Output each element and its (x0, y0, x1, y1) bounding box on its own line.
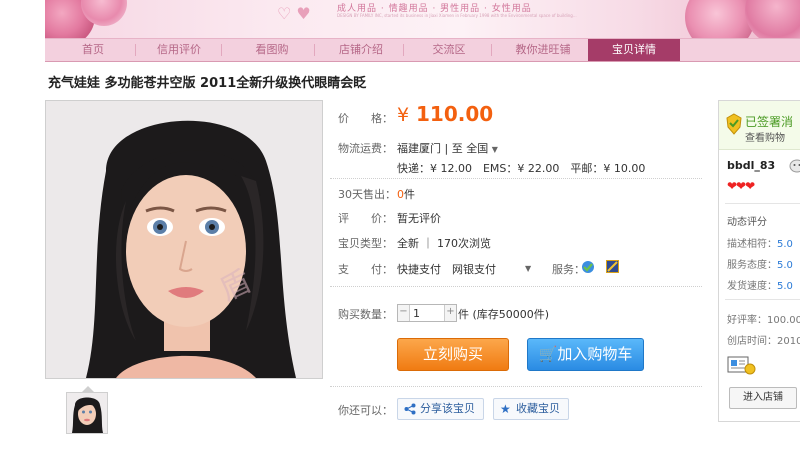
divider (330, 286, 702, 287)
payment-label: 支 付： (338, 263, 393, 276)
nav-guide[interactable]: 教你进旺铺 (501, 39, 585, 61)
service-rating: 服务态度：5.0 (727, 256, 793, 271)
shipping-route-text: 福建厦门 | 至 全国 (397, 142, 489, 155)
quantity-input[interactable] (410, 305, 443, 321)
share-item-button[interactable]: 分享该宝贝 (397, 398, 484, 420)
nav-item-details[interactable]: 宝贝详情 (588, 39, 680, 61)
nav-credit[interactable]: 信用评价 (137, 39, 221, 61)
share-item-label: 分享该宝贝 (420, 402, 475, 415)
cart-icon: 🛒 (538, 345, 558, 363)
sidebar-divider (725, 203, 800, 204)
divider (330, 178, 702, 179)
service-badge-icon[interactable] (606, 260, 619, 273)
sold-count-value: 0 (397, 188, 404, 201)
shipping-rating: 发货速度：5.0 (727, 277, 793, 292)
quantity-increase-button[interactable]: + (444, 305, 456, 321)
service-rating-label: 服务态度： (727, 260, 777, 271)
sold-count-unit: 件 (404, 188, 415, 201)
shop-created-date: 创店时间：2010- (727, 336, 800, 347)
sold-count: 0件 (397, 186, 415, 202)
star-icon: ★ (500, 402, 511, 416)
shop-banner: ♡ ♥ 成人用品 · 情趣用品 · 男性用品 · 女性用品 DESIGN BY … (45, 0, 800, 38)
review-value: 暂无评价 (397, 212, 441, 225)
divider (330, 386, 702, 387)
sidebar-divider (725, 299, 800, 300)
stock-info: 件 (库存50000件) (458, 308, 550, 321)
description-rating: 描述相符：5.0 (727, 235, 793, 250)
nav-separator (314, 44, 315, 56)
add-to-cart-button[interactable]: 🛒加入购物车 (527, 338, 644, 371)
product-thumbnail[interactable] (66, 392, 108, 434)
merchant-badge-icon[interactable] (727, 355, 757, 375)
hearts-icon: ♡ ♥ (277, 4, 311, 23)
description-rating-label: 描述相符： (727, 239, 777, 250)
description-rating-score: 5.0 (777, 239, 793, 250)
nav-separator (403, 44, 404, 56)
shipping-rating-label: 发货速度： (727, 281, 777, 292)
buy-now-button[interactable]: 立刻购买 (397, 338, 509, 371)
quantity-decrease-button[interactable]: − (398, 305, 410, 321)
shipping-fees: 快递：¥ 12.00 EMS：¥ 22.00 平邮：¥ 10.00 (397, 162, 646, 175)
rose-decoration (745, 0, 800, 38)
payment-dropdown-icon[interactable]: ▼ (525, 264, 531, 273)
view-shopping-text: 查看购物 (745, 133, 785, 144)
sold-label: 30天售出： (338, 188, 396, 201)
add-to-cart-label: 加入购物车 (557, 345, 633, 363)
banner-fineprint: DESIGN BY FAMILY INC, started its busine… (337, 13, 577, 18)
nav-separator (491, 44, 492, 56)
dropdown-caret-icon: ▼ (491, 145, 498, 154)
price-label: 价 格： (338, 112, 393, 125)
quantity-label: 购买数量： (338, 308, 393, 321)
nav-shop-intro[interactable]: 店铺介绍 (319, 39, 403, 61)
guarantee-signed-text: 已签署消 (745, 115, 794, 129)
nav-home[interactable]: 首页 (51, 39, 135, 61)
product-title: 充气娃娃 多功能苍井空版 2011全新升级换代眼睛会眨 (48, 76, 367, 91)
payment-methods: 快捷支付 网银支付 (397, 263, 496, 276)
favorite-item-button[interactable]: ★ 收藏宝贝 (493, 398, 569, 420)
share-icon (404, 403, 416, 415)
nav-separator (135, 44, 136, 56)
positive-rate: 好评率：100.00% (727, 315, 800, 326)
doll-thumbnail-illustration (67, 393, 107, 433)
nav-forum[interactable]: 交流区 (407, 39, 491, 61)
consumer-guarantee-box: 已签署消 查看购物 (719, 101, 800, 150)
service-rating-score: 5.0 (777, 260, 793, 271)
shipping-route[interactable]: 福建厦门 | 至 全国 ▼ (397, 140, 498, 156)
item-type-label: 宝贝类型： (338, 237, 393, 250)
doll-head-illustration: 盾 (46, 101, 322, 378)
nav-picture-shop[interactable]: 看图购 (230, 39, 314, 61)
wangwang-chat-icon[interactable] (789, 159, 800, 173)
credit-hearts-icon: ❤❤❤ (727, 179, 755, 193)
favorite-item-label: 收藏宝贝 (516, 402, 560, 415)
enter-shop-button[interactable]: 进入店铺 (729, 387, 797, 409)
item-type-value: 全新 ｜ 170次浏览 (397, 237, 491, 250)
guarantee-shield-icon (726, 113, 742, 135)
shipping-label: 物流运费： (338, 142, 393, 155)
view-shopping-link[interactable]: 查看购物 (745, 129, 785, 144)
service-guarantee-icon[interactable] (581, 260, 595, 274)
product-main-image[interactable]: 盾 (45, 100, 323, 379)
seller-sidebar: 已签署消 查看购物 bbdl_83 ❤❤❤ 动态评分 描述相符：5.0 服务态度… (718, 100, 800, 422)
shop-nav: 首页 信用评价 看图购 店铺介绍 交流区 教你进旺铺 宝贝详情 (45, 38, 800, 62)
nav-separator (221, 44, 222, 56)
dynamic-rating-label: 动态评分 (727, 217, 767, 228)
also-can-label: 你还可以： (338, 404, 393, 417)
quantity-stepper: − + (397, 304, 457, 322)
price-currency: ¥ (397, 104, 410, 126)
shipping-rating-score: 5.0 (777, 281, 793, 292)
review-label: 评 价： (338, 212, 393, 225)
price-box: 价 格： ¥ 110.00 (330, 96, 702, 138)
seller-name[interactable]: bbdl_83 (727, 159, 775, 172)
price-value: 110.00 (416, 102, 494, 126)
